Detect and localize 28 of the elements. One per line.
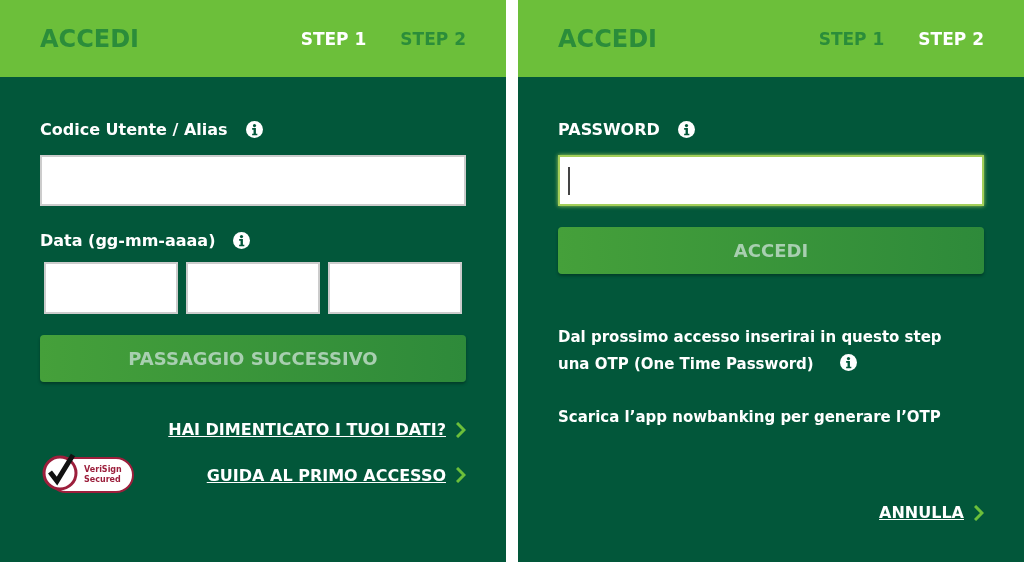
date-field[interactable] — [328, 262, 462, 314]
info-icon[interactable] — [677, 120, 695, 138]
step-label: STEP 1 — [300, 28, 367, 49]
text-link[interactable]: HAI DIMENTICATO I TUOI DATI? — [168, 420, 446, 439]
text-link[interactable]: GUIDA AL PRIMO ACCESSO — [206, 465, 446, 485]
text-caret — [568, 166, 570, 195]
info-text: Dal prossimo accesso inserirai in questo step una OTP (One Time Password) — [558, 327, 943, 375]
step-label: STEP 1 — [818, 28, 885, 49]
field-label: Data (gg-mm-aaaa) — [40, 230, 216, 250]
panel-title: ACCEDI — [40, 24, 140, 53]
field-label: PASSWORD — [558, 119, 660, 139]
date-field[interactable] — [44, 262, 178, 314]
badge-text: VeriSign Secured — [84, 465, 122, 485]
chevron-right-icon — [974, 504, 984, 521]
input-field[interactable] — [558, 155, 984, 206]
step-label: STEP 2 — [400, 28, 466, 49]
chevron-right-icon — [456, 467, 466, 483]
info-icon[interactable] — [839, 354, 857, 371]
text-link[interactable]: ANNULLA — [879, 503, 964, 522]
info-text: Scarica l’app nowbanking per generare l’OTP — [558, 407, 942, 428]
info-icon[interactable] — [245, 120, 263, 138]
input-field[interactable] — [40, 155, 466, 206]
chevron-right-icon — [456, 421, 466, 438]
field-label: Codice Utente / Alias — [40, 119, 228, 139]
date-field[interactable] — [186, 262, 320, 314]
panel-title: ACCEDI — [558, 24, 658, 53]
info-icon[interactable] — [233, 231, 251, 249]
step-label: STEP 2 — [918, 28, 984, 49]
